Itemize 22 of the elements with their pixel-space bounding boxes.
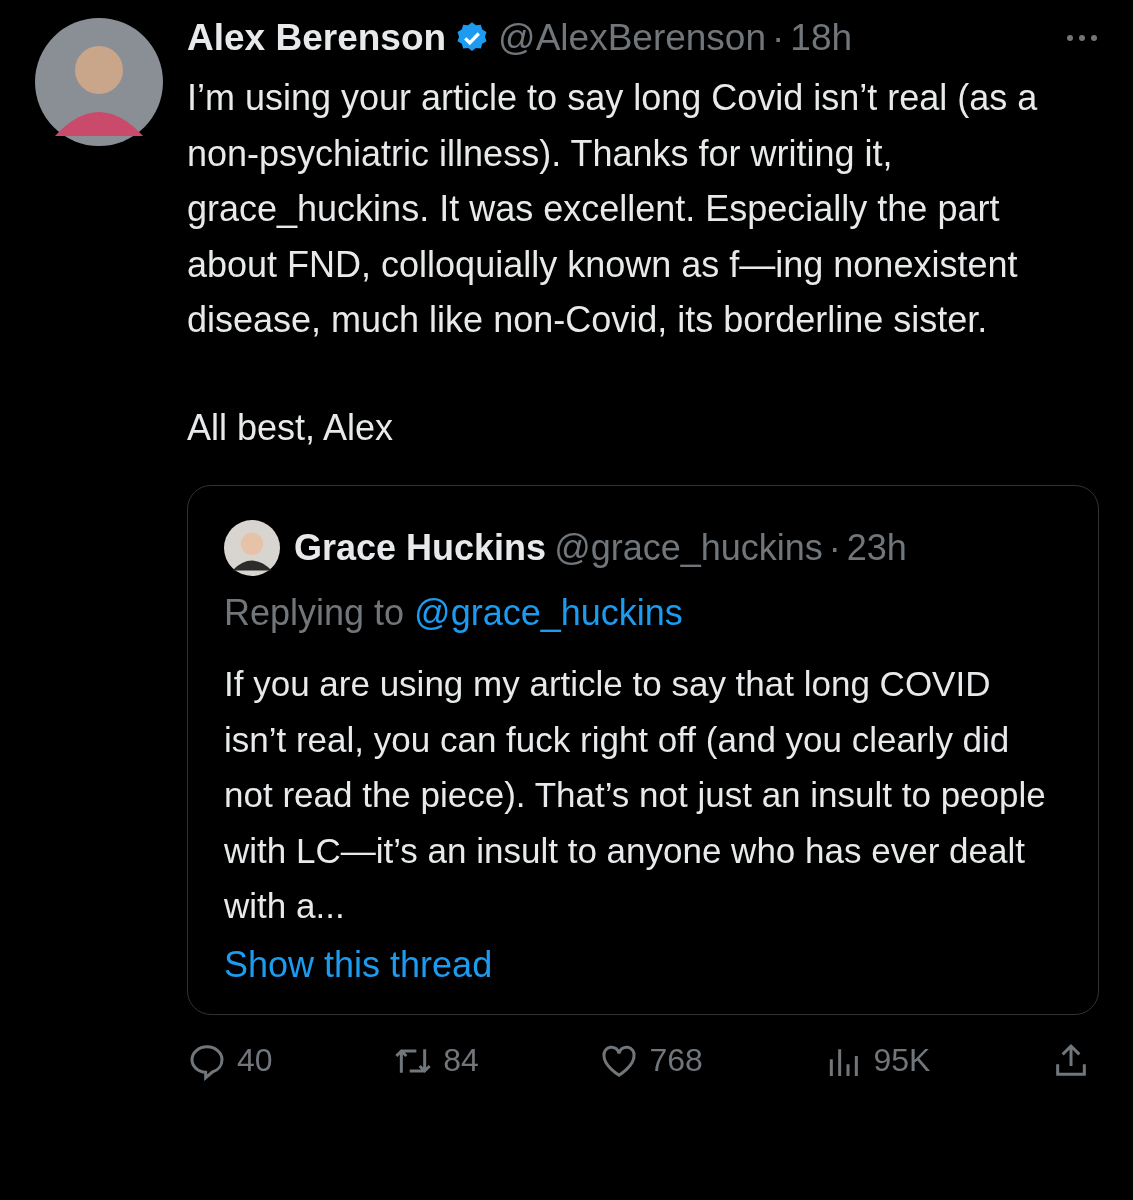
mention-link[interactable]: @grace_huckins xyxy=(414,592,683,634)
author-name[interactable]: Grace Huckins xyxy=(294,527,547,569)
tweet-text: All best, Alex xyxy=(187,405,395,450)
action-count: 40 xyxy=(237,1042,273,1079)
avatar[interactable] xyxy=(35,18,163,146)
author-handle[interactable]: @AlexBerenson xyxy=(498,17,767,59)
action-count: 84 xyxy=(443,1042,479,1079)
more-icon[interactable] xyxy=(1065,33,1099,43)
action-count: 95K xyxy=(873,1042,931,1079)
author-handle[interactable]: @grace_huckins xyxy=(554,527,823,569)
show-thread-link[interactable]: Show this thread xyxy=(224,943,493,986)
replying-label: Replying to xyxy=(224,592,405,634)
author-name[interactable]: Alex Berenson xyxy=(187,17,447,59)
quoted-tweet-card[interactable] xyxy=(187,485,1099,1015)
tweet-text: I’m using your article to say long Covid isn’t real (as a non-psychiatric illness). Thanks for writing it, grace_huckins. It was excellent. Especially the part about FND, colloquially known as f—ing nonexistent disease, much like non-Covid, its borderline sister. xyxy=(187,76,1039,342)
avatar[interactable] xyxy=(224,520,280,576)
separator-dot: · xyxy=(772,17,785,59)
action-count: 768 xyxy=(649,1042,703,1079)
tweet-time[interactable]: 23h xyxy=(846,527,907,569)
separator-dot: · xyxy=(828,527,841,569)
quoted-text: If you are using my article to say that long COVID isn’t real, you can fuck right off (and you clearly did not read the piece). That’s not just an insult to people with LC—it’s an insult to anyone who has ever dealt with a... xyxy=(224,663,1047,927)
tweet-time[interactable]: 18h xyxy=(790,17,853,59)
